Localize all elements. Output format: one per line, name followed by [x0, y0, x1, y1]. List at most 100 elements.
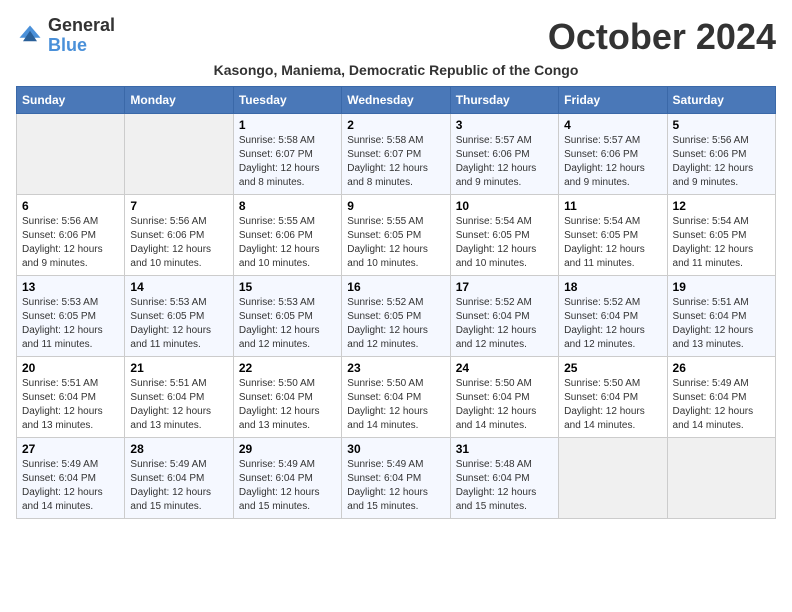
day-info: Sunrise: 5:49 AMSunset: 6:04 PMDaylight:…: [130, 458, 227, 514]
calendar-cell: 1 Sunrise: 5:58 AMSunset: 6:07 PMDaylight…: [233, 114, 341, 195]
day-info: Sunrise: 5:54 AMSunset: 6:05 PMDaylight:…: [456, 215, 553, 271]
calendar-cell: 6 Sunrise: 5:56 AMSunset: 6:06 PMDaylight…: [17, 195, 125, 276]
calendar-cell: 14 Sunrise: 5:53 AMSunset: 6:05 PMDayligh…: [125, 276, 233, 357]
day-number: 8: [239, 199, 336, 213]
day-number: 15: [239, 280, 336, 294]
day-info: Sunrise: 5:48 AMSunset: 6:04 PMDaylight:…: [456, 458, 553, 514]
day-number: 22: [239, 361, 336, 375]
day-info: Sunrise: 5:58 AMSunset: 6:07 PMDaylight:…: [239, 134, 336, 190]
calendar-cell: 23Sunrise: 5:50 AMSunset: 6:04 PMDayligh…: [342, 357, 450, 438]
calendar-cell: 12 Sunrise: 5:54 AMSunset: 6:05 PMDayligh…: [667, 195, 775, 276]
day-info: Sunrise: 5:57 AMSunset: 6:06 PMDaylight:…: [564, 134, 661, 190]
calendar-cell: 8 Sunrise: 5:55 AMSunset: 6:06 PMDaylight…: [233, 195, 341, 276]
calendar-cell: [17, 114, 125, 195]
day-number: 26: [673, 361, 770, 375]
calendar-cell: 21Sunrise: 5:51 AMSunset: 6:04 PMDayligh…: [125, 357, 233, 438]
day-number: 6: [22, 199, 119, 213]
header-sunday: Sunday: [17, 87, 125, 114]
header-wednesday: Wednesday: [342, 87, 450, 114]
calendar-cell: 13 Sunrise: 5:53 AMSunset: 6:05 PMDayligh…: [17, 276, 125, 357]
day-number: 7: [130, 199, 227, 213]
calendar-cell: 30Sunrise: 5:49 AMSunset: 6:04 PMDayligh…: [342, 438, 450, 519]
calendar-cell: 24 Sunrise: 5:50 AMSunset: 6:04 PMDayligh…: [450, 357, 558, 438]
day-info: Sunrise: 5:55 AMSunset: 6:05 PMDaylight:…: [347, 215, 444, 271]
day-info: Sunrise: 5:51 AMSunset: 6:04 PMDaylight:…: [22, 377, 119, 433]
calendar-cell: 31 Sunrise: 5:48 AMSunset: 6:04 PMDayligh…: [450, 438, 558, 519]
day-info: Sunrise: 5:56 AMSunset: 6:06 PMDaylight:…: [673, 134, 770, 190]
day-number: 9: [347, 199, 444, 213]
day-number: 5: [673, 118, 770, 132]
calendar-cell: [125, 114, 233, 195]
day-number: 14: [130, 280, 227, 294]
day-number: 13: [22, 280, 119, 294]
day-number: 28: [130, 442, 227, 456]
week-row-3: 13 Sunrise: 5:53 AMSunset: 6:05 PMDayligh…: [17, 276, 776, 357]
day-number: 18: [564, 280, 661, 294]
day-number: 3: [456, 118, 553, 132]
header-monday: Monday: [125, 87, 233, 114]
day-number: 2: [347, 118, 444, 132]
calendar-cell: 27Sunrise: 5:49 AMSunset: 6:04 PMDayligh…: [17, 438, 125, 519]
calendar-cell: [667, 438, 775, 519]
day-info: Sunrise: 5:54 AMSunset: 6:05 PMDaylight:…: [564, 215, 661, 271]
logo-icon: [16, 22, 44, 50]
calendar-cell: [559, 438, 667, 519]
day-info: Sunrise: 5:54 AMSunset: 6:05 PMDaylight:…: [673, 215, 770, 271]
calendar-cell: 25 Sunrise: 5:50 AMSunset: 6:04 PMDayligh…: [559, 357, 667, 438]
day-number: 25: [564, 361, 661, 375]
calendar-table: SundayMondayTuesdayWednesdayThursdayFrid…: [16, 86, 776, 519]
calendar-cell: 2 Sunrise: 5:58 AMSunset: 6:07 PMDaylight…: [342, 114, 450, 195]
day-info: Sunrise: 5:52 AMSunset: 6:04 PMDaylight:…: [456, 296, 553, 352]
week-row-1: 1 Sunrise: 5:58 AMSunset: 6:07 PMDaylight…: [17, 114, 776, 195]
day-number: 24: [456, 361, 553, 375]
day-number: 17: [456, 280, 553, 294]
day-number: 21: [130, 361, 227, 375]
calendar-cell: 7 Sunrise: 5:56 AMSunset: 6:06 PMDaylight…: [125, 195, 233, 276]
page-subtitle: Kasongo, Maniema, Democratic Republic of…: [16, 62, 776, 78]
header-saturday: Saturday: [667, 87, 775, 114]
header-friday: Friday: [559, 87, 667, 114]
calendar-cell: 28 Sunrise: 5:49 AMSunset: 6:04 PMDayligh…: [125, 438, 233, 519]
day-number: 12: [673, 199, 770, 213]
day-number: 11: [564, 199, 661, 213]
day-info: Sunrise: 5:53 AMSunset: 6:05 PMDaylight:…: [239, 296, 336, 352]
day-number: 20: [22, 361, 119, 375]
day-info: Sunrise: 5:49 AMSunset: 6:04 PMDaylight:…: [239, 458, 336, 514]
week-row-4: 20 Sunrise: 5:51 AMSunset: 6:04 PMDayligh…: [17, 357, 776, 438]
day-info: Sunrise: 5:52 AMSunset: 6:05 PMDaylight:…: [347, 296, 444, 352]
day-info: Sunrise: 5:53 AMSunset: 6:05 PMDaylight:…: [22, 296, 119, 352]
calendar-cell: 26Sunrise: 5:49 AMSunset: 6:04 PMDayligh…: [667, 357, 775, 438]
day-info: Sunrise: 5:56 AMSunset: 6:06 PMDaylight:…: [22, 215, 119, 271]
logo-text-blue: Blue: [48, 35, 87, 55]
calendar-cell: 10 Sunrise: 5:54 AMSunset: 6:05 PMDayligh…: [450, 195, 558, 276]
day-info: Sunrise: 5:50 AMSunset: 6:04 PMDaylight:…: [564, 377, 661, 433]
day-number: 23: [347, 361, 444, 375]
week-row-2: 6 Sunrise: 5:56 AMSunset: 6:06 PMDaylight…: [17, 195, 776, 276]
day-info: Sunrise: 5:53 AMSunset: 6:05 PMDaylight:…: [130, 296, 227, 352]
day-info: Sunrise: 5:55 AMSunset: 6:06 PMDaylight:…: [239, 215, 336, 271]
day-number: 31: [456, 442, 553, 456]
day-info: Sunrise: 5:50 AMSunset: 6:04 PMDaylight:…: [456, 377, 553, 433]
logo-text-general: General: [48, 15, 115, 35]
calendar-cell: 4Sunrise: 5:57 AMSunset: 6:06 PMDaylight…: [559, 114, 667, 195]
day-number: 19: [673, 280, 770, 294]
calendar-cell: 17 Sunrise: 5:52 AMSunset: 6:04 PMDayligh…: [450, 276, 558, 357]
calendar-cell: 16 Sunrise: 5:52 AMSunset: 6:05 PMDayligh…: [342, 276, 450, 357]
calendar-cell: 19 Sunrise: 5:51 AMSunset: 6:04 PMDayligh…: [667, 276, 775, 357]
day-info: Sunrise: 5:51 AMSunset: 6:04 PMDaylight:…: [673, 296, 770, 352]
day-number: 29: [239, 442, 336, 456]
page-header: General Blue October 2024: [16, 16, 776, 58]
calendar-cell: 9 Sunrise: 5:55 AMSunset: 6:05 PMDaylight…: [342, 195, 450, 276]
calendar-cell: 20 Sunrise: 5:51 AMSunset: 6:04 PMDayligh…: [17, 357, 125, 438]
calendar-cell: 11 Sunrise: 5:54 AMSunset: 6:05 PMDayligh…: [559, 195, 667, 276]
day-number: 16: [347, 280, 444, 294]
day-info: Sunrise: 5:57 AMSunset: 6:06 PMDaylight:…: [456, 134, 553, 190]
day-number: 1: [239, 118, 336, 132]
day-info: Sunrise: 5:56 AMSunset: 6:06 PMDaylight:…: [130, 215, 227, 271]
day-info: Sunrise: 5:58 AMSunset: 6:07 PMDaylight:…: [347, 134, 444, 190]
day-number: 27: [22, 442, 119, 456]
day-info: Sunrise: 5:49 AMSunset: 6:04 PMDaylight:…: [347, 458, 444, 514]
calendar-cell: 5 Sunrise: 5:56 AMSunset: 6:06 PMDaylight…: [667, 114, 775, 195]
day-number: 10: [456, 199, 553, 213]
calendar-cell: 29 Sunrise: 5:49 AMSunset: 6:04 PMDayligh…: [233, 438, 341, 519]
